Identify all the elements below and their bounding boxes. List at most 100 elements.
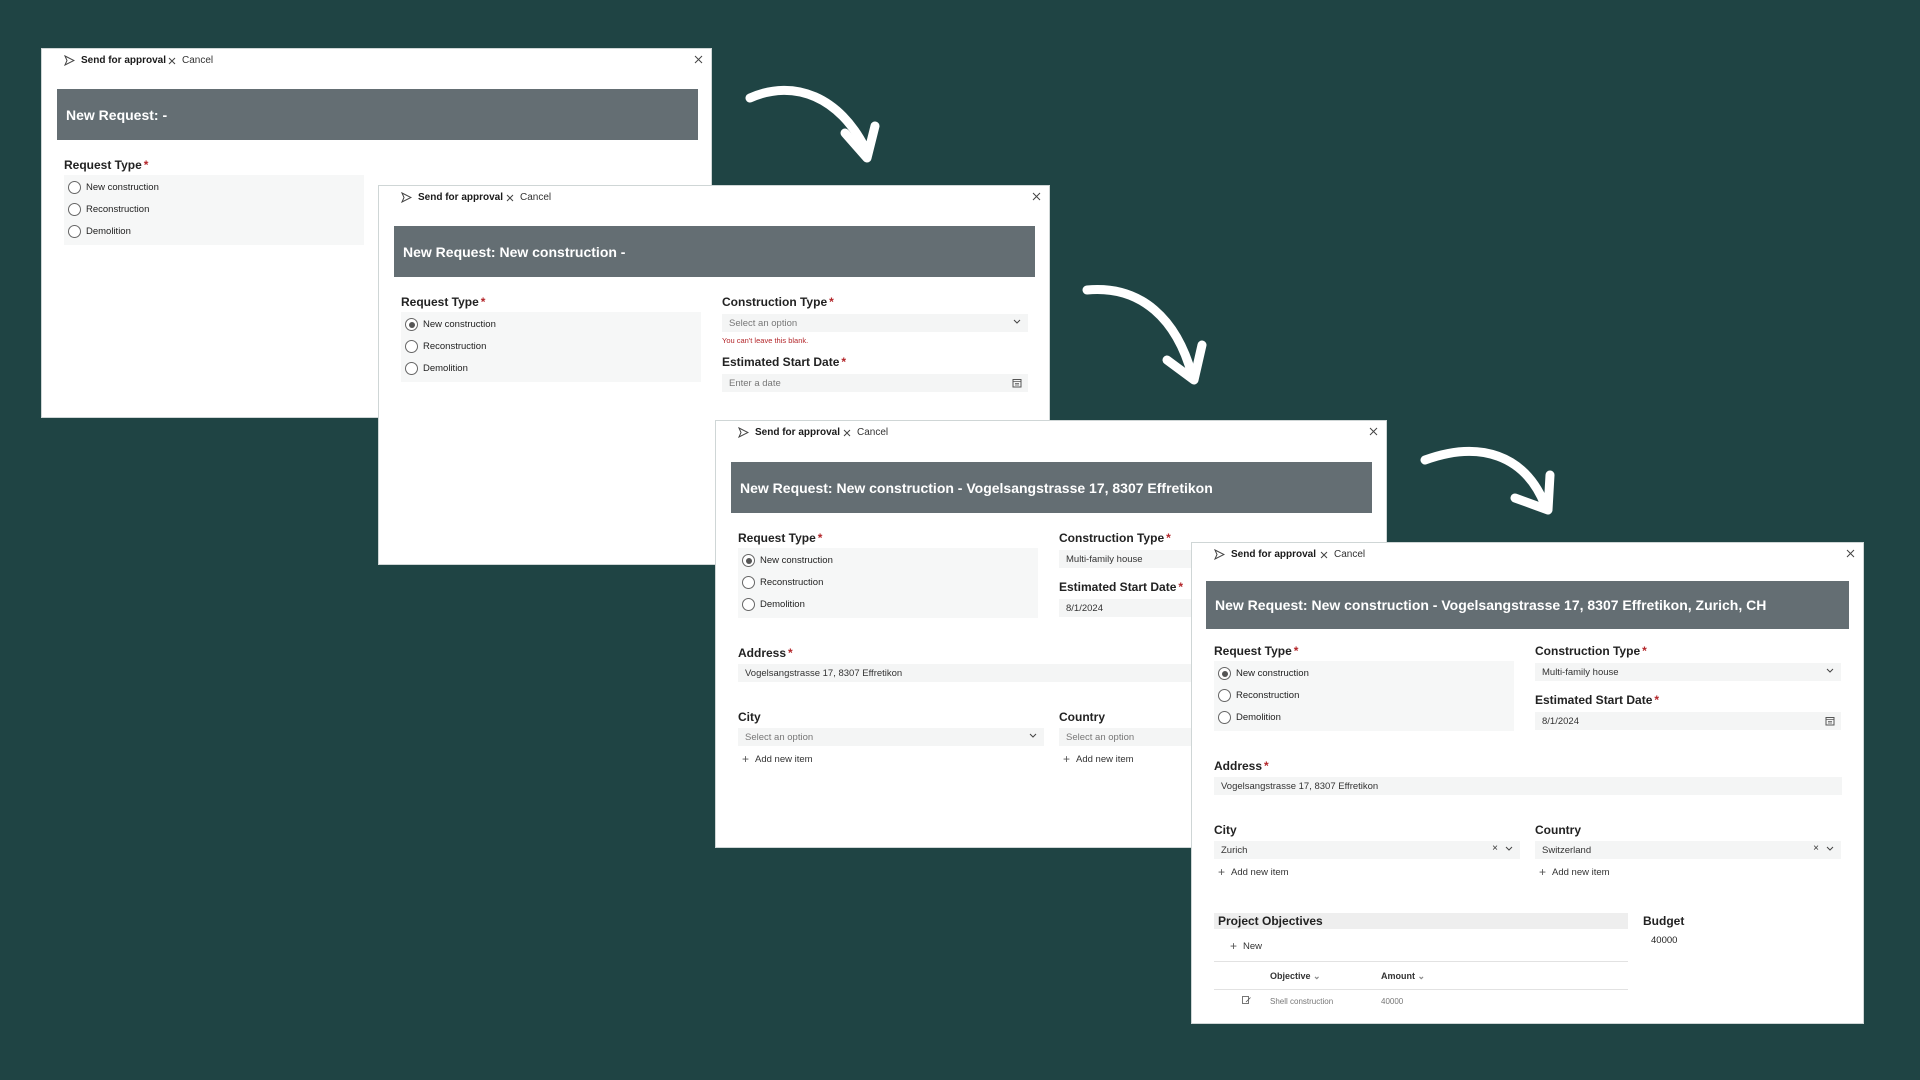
form-title: New Request: New construction - (394, 226, 1035, 277)
cancel-button[interactable]: Cancel (843, 427, 888, 438)
send-icon (401, 192, 412, 203)
radio-demolition[interactable]: Demolition (742, 598, 805, 611)
radio-new-construction[interactable]: New construction (68, 181, 159, 194)
radio-circle[interactable] (742, 554, 755, 567)
chevron-down-icon[interactable] (1826, 846, 1834, 852)
radio-circle[interactable] (1218, 689, 1231, 702)
radio-demolition[interactable]: Demolition (405, 362, 468, 375)
address-label: Address * (1214, 759, 1269, 773)
radio-demolition[interactable]: Demolition (1218, 711, 1281, 724)
start-date-input[interactable]: Enter a date (722, 374, 1028, 392)
country-add-new-item[interactable]: + Add new item (1539, 865, 1610, 879)
chevron-down-icon[interactable] (1505, 846, 1513, 852)
cancel-button[interactable]: Cancel (506, 192, 551, 203)
start-date-label: Estimated Start Date * (722, 355, 847, 369)
close-dialog-icon[interactable] (1846, 549, 1855, 558)
send-label: Send for approval (81, 55, 167, 66)
radio-new-construction[interactable]: New construction (1218, 667, 1309, 680)
cancel-label: Cancel (1334, 549, 1366, 560)
request-type-label: Request Type * (1214, 644, 1299, 658)
column-header-amount[interactable]: Amount ⌄ (1381, 971, 1425, 982)
chevron-down-icon (1013, 319, 1021, 324)
cancel-label: Cancel (520, 192, 552, 203)
form-title: New Request: New construction - Vogelsan… (1206, 581, 1849, 629)
request-type-label: Request Type * (401, 295, 486, 309)
radio-reconstruction[interactable]: Reconstruction (68, 203, 149, 216)
country-label: Country (1535, 823, 1581, 837)
close-dialog-icon[interactable] (1369, 427, 1378, 436)
close-icon (1320, 551, 1328, 558)
construction-type-select[interactable]: Multi-family house (1535, 663, 1841, 681)
command-bar: Send for approval Cancel (716, 421, 1386, 443)
divider (1214, 961, 1628, 962)
radio-circle[interactable] (1218, 711, 1231, 724)
send-icon (64, 55, 75, 66)
objective-cell: Shell construction (1270, 997, 1334, 1006)
send-for-approval-button[interactable]: Send for approval (64, 55, 166, 66)
request-type-group: New construction Reconstruction Demoliti… (738, 548, 1038, 618)
radio-reconstruction[interactable]: Reconstruction (405, 340, 486, 353)
radio-demolition[interactable]: Demolition (68, 225, 131, 238)
column-header-objective[interactable]: Objective ⌄ (1270, 971, 1321, 982)
close-dialog-icon[interactable] (1032, 192, 1041, 201)
request-type-group: New construction Reconstruction Demoliti… (1214, 661, 1514, 731)
send-for-approval-button[interactable]: Send for approval (738, 427, 840, 438)
edit-row-icon[interactable] (1242, 996, 1251, 1005)
send-for-approval-button[interactable]: Send for approval (1214, 549, 1316, 560)
form-step-4: Send for approval Cancel New Request: Ne… (1191, 542, 1864, 1024)
radio-circle[interactable] (1218, 667, 1231, 680)
radio-new-construction[interactable]: New construction (742, 554, 833, 567)
city-add-new-item[interactable]: + Add new item (742, 752, 813, 766)
arrow-3-icon (1420, 446, 1555, 515)
construction-type-select[interactable]: Select an option (722, 314, 1028, 332)
cancel-label: Cancel (857, 427, 889, 438)
arrow-2-icon (1082, 285, 1207, 385)
send-for-approval-button[interactable]: Send for approval (401, 192, 503, 203)
radio-new-construction[interactable]: New construction (405, 318, 496, 331)
radio-circle[interactable] (405, 362, 418, 375)
radio-circle[interactable] (68, 203, 81, 216)
new-objective-button[interactable]: + New (1230, 939, 1262, 953)
form-title: New Request: - (57, 89, 698, 140)
close-icon (843, 429, 851, 436)
validation-error: You can't leave this blank. (722, 336, 809, 345)
country-select[interactable]: Switzerland × (1535, 841, 1841, 859)
cancel-button[interactable]: Cancel (168, 55, 213, 66)
clear-icon[interactable]: × (1492, 843, 1498, 854)
command-bar: Send for approval Cancel (1192, 543, 1863, 565)
start-date-label: Estimated Start Date * (1059, 580, 1184, 594)
city-label: City (738, 710, 761, 724)
city-select[interactable]: Select an option (738, 728, 1044, 746)
budget-value[interactable]: 40000 (1651, 935, 1677, 946)
country-add-new-item[interactable]: + Add new item (1063, 752, 1134, 766)
city-add-new-item[interactable]: + Add new item (1218, 865, 1289, 879)
start-date-input[interactable]: 8/1/2024 (1535, 712, 1841, 730)
radio-circle[interactable] (742, 598, 755, 611)
radio-circle[interactable] (68, 225, 81, 238)
form-title: New Request: New construction - Vogelsan… (731, 462, 1372, 513)
radio-reconstruction[interactable]: Reconstruction (1218, 689, 1299, 702)
start-date-label: Estimated Start Date * (1535, 693, 1660, 707)
request-type-group: New construction Reconstruction Demoliti… (64, 175, 364, 245)
project-objectives-header: Project Objectives (1214, 913, 1628, 929)
address-input[interactable]: Vogelsangstrasse 17, 8307 Effretikon (1214, 777, 1842, 795)
send-icon (1214, 549, 1225, 560)
radio-circle[interactable] (742, 576, 755, 589)
radio-circle[interactable] (405, 340, 418, 353)
calendar-icon[interactable] (1012, 378, 1022, 388)
close-dialog-icon[interactable] (694, 55, 703, 64)
city-select[interactable]: Zurich × (1214, 841, 1520, 859)
plus-icon: + (1539, 865, 1547, 879)
chevron-down-icon: ⌄ (1313, 971, 1321, 981)
clear-icon[interactable]: × (1813, 843, 1819, 854)
send-label: Send for approval (755, 427, 841, 438)
chevron-down-icon (1826, 668, 1834, 673)
plus-icon: + (742, 752, 750, 766)
radio-reconstruction[interactable]: Reconstruction (742, 576, 823, 589)
radio-circle[interactable] (405, 318, 418, 331)
radio-circle[interactable] (68, 181, 81, 194)
budget-label: Budget (1643, 914, 1685, 928)
cancel-button[interactable]: Cancel (1320, 549, 1365, 560)
send-icon (738, 427, 749, 438)
calendar-icon[interactable] (1825, 716, 1835, 726)
